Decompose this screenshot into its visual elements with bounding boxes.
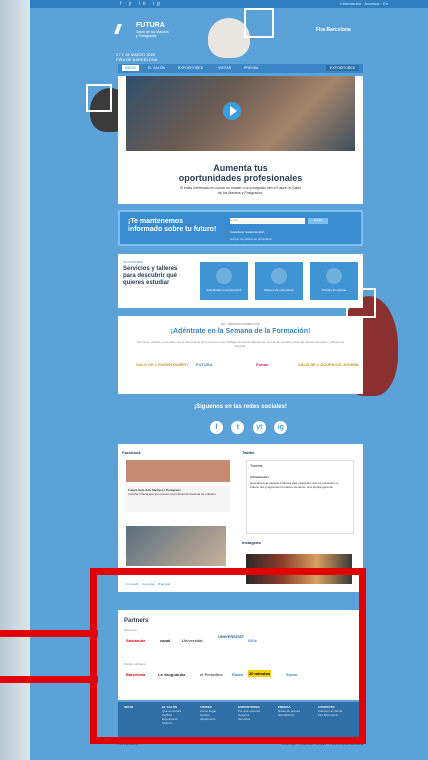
nav-item-prensa[interactable]: PRENSA xyxy=(244,66,258,70)
logo-futura[interactable]: FUTURA xyxy=(196,362,212,367)
logo-salo-ensenyament[interactable]: SALÓ DE L'ENSENYAMENT xyxy=(136,362,189,367)
newsletter-email-input[interactable]: Email xyxy=(230,218,305,224)
service-tile-label: Actividades para descubrir xyxy=(206,288,242,292)
futura-logo[interactable]: FUTURA Salón de los Másters y Postgrados xyxy=(114,22,196,40)
facebook-icon[interactable]: f xyxy=(210,421,223,434)
newsletter-privacy-checkbox[interactable]: Acepto la política de privacidad xyxy=(230,237,272,241)
nav-cta-button[interactable]: EXPOSITORES xyxy=(325,65,359,71)
youtube-icon[interactable]: yt xyxy=(252,421,266,434)
logo-subtitle: Salón de los Másters y Postgrados xyxy=(136,30,169,38)
twitter-timeline-head: Tweets xyxy=(250,463,263,468)
face-frame-top xyxy=(244,8,274,38)
highlight-connector-bottom-horizontal xyxy=(0,676,98,683)
social-section: ¡Síguenos en las redes sociales! f t yt … xyxy=(118,404,363,434)
highlight-connector-top-horizontal xyxy=(0,630,98,637)
twitter-account[interactable]: @firamasters xyxy=(250,475,269,479)
facebook-post[interactable]: Futura Salo dels Masters i Postgraus Apr… xyxy=(126,486,230,512)
top-social-icons[interactable]: f y in ig xyxy=(120,1,163,7)
nav-item-expositores[interactable]: EXPOSITORES xyxy=(178,66,203,70)
activity-icon xyxy=(216,268,232,284)
nav-item-visitar[interactable]: VISITAR xyxy=(218,66,231,70)
service-tile-2[interactable]: Talleres de orientación xyxy=(255,262,303,300)
top-links[interactable]: Información · Accesos · En xyxy=(340,1,388,6)
event-date: 27 Y 28 MARZO 2020 FIRA DE BARCELONA xyxy=(116,52,158,62)
instagram-feed-label: Instagram xyxy=(242,540,262,545)
services-heading: Servicios y talleres para descubrir qué … xyxy=(123,266,178,286)
instagram-icon[interactable]: ig xyxy=(274,421,288,434)
service-tile-3[interactable]: Charlas formativas xyxy=(310,262,358,300)
twitter-icon[interactable]: t xyxy=(231,421,245,434)
service-tile-label: Charlas formativas xyxy=(321,288,347,292)
week-kicker: EN · SEMANA FORMACIÓN xyxy=(221,322,260,326)
hero-title-line2: oportunidades profesionales xyxy=(178,173,303,183)
nav-item-inicio[interactable]: INICIO xyxy=(122,65,139,71)
facebook-post-text: Aprofita l'oferta que ens ofereix el pro… xyxy=(128,492,216,496)
newsletter-heading: ¡Te mantenemos informado sobre tu futuro… xyxy=(128,218,217,233)
newsletter-language-options[interactable]: Castellano Català English xyxy=(230,230,264,234)
logo-name: FUTURA xyxy=(136,22,165,29)
facebook-cover-image[interactable] xyxy=(126,460,230,482)
social-heading: ¡Síguenos en las redes sociales! xyxy=(194,404,287,410)
background-panel xyxy=(0,0,30,760)
facebook-feed-label: Facebook xyxy=(122,450,141,455)
hero-section: Aumenta tus oportunidades profesionales … xyxy=(118,76,363,204)
twitter-feed-label: Twitter xyxy=(242,450,255,455)
services-kicker: ACTIVIDADES xyxy=(123,260,144,264)
training-week-section: EN · SEMANA FORMACIÓN ¡Adéntrate en la S… xyxy=(118,316,363,394)
face-frame-left xyxy=(86,84,112,112)
services-section: ACTIVIDADES Servicios y talleres para de… xyxy=(118,254,363,308)
futura-logo-icon xyxy=(114,24,136,34)
service-tile-1[interactable]: Actividades para descubrir xyxy=(200,262,248,300)
workshop-icon xyxy=(271,268,287,284)
week-heading: ¡Adéntrate en la Semana de la Formación! xyxy=(170,328,311,335)
week-description: Futura se celebra en el marco de la Sema… xyxy=(136,340,345,348)
tweet-text: Descobreix la varietat d'ofertes dels po… xyxy=(250,481,338,489)
newsletter-submit-button[interactable]: Enviar xyxy=(308,218,328,224)
fira-barcelona-logo[interactable]: Fira Barcelona xyxy=(316,27,351,33)
newsletter-box: ¡Te mantenemos informado sobre tu futuro… xyxy=(118,210,363,246)
highlight-box xyxy=(90,568,366,744)
nav-item-salon[interactable]: EL SALÓN xyxy=(148,66,165,70)
hero-text: Si estás interesado en cursar un máster … xyxy=(179,186,302,195)
twitter-feed: Twitter Tweets @firamasters Descobreix l… xyxy=(242,450,358,534)
talk-icon xyxy=(326,268,342,284)
service-tile-label: Talleres de orientación xyxy=(263,288,295,292)
play-icon[interactable] xyxy=(223,102,241,120)
main-nav: INICIO EL SALÓN EXPOSITORES VISITAR PREN… xyxy=(118,64,363,73)
logo-forum[interactable]: Fórum xyxy=(256,362,268,367)
logo-salo-ocupacio[interactable]: SALÓ DE L'OCUPACIÓ JUVENIL xyxy=(298,362,360,367)
facebook-post-photo[interactable] xyxy=(126,526,226,566)
top-bar: f y in ig Información · Accesos · En xyxy=(30,0,428,8)
twitter-timeline[interactable]: Tweets @firamasters Descobreix la variet… xyxy=(246,460,354,534)
hero-title-line1: Aumenta tus xyxy=(213,163,268,173)
